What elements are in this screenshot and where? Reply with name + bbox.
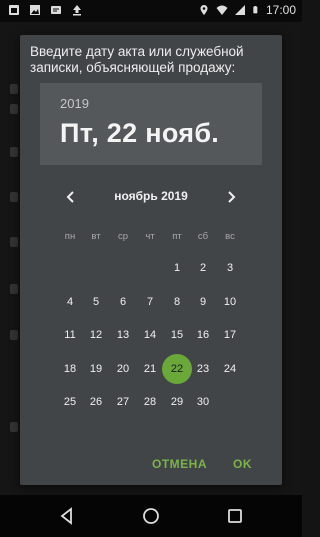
background-text-line xyxy=(10,84,18,94)
status-right: 17:00 xyxy=(198,3,296,17)
month-label: ноябрь 2019 xyxy=(114,189,188,203)
navigation-bar xyxy=(0,495,302,537)
weekday-label: пт xyxy=(172,231,182,242)
calendar-day[interactable]: 21 xyxy=(137,356,163,382)
background-text-line xyxy=(10,192,18,202)
calendar-day[interactable]: 23 xyxy=(190,356,216,382)
header-date[interactable]: Пт, 22 нояб. xyxy=(60,118,219,149)
calendar-day[interactable]: 5 xyxy=(83,289,109,315)
weekday-label: вт xyxy=(91,231,101,242)
background-text-line xyxy=(10,284,18,294)
calendar-day[interactable]: 28 xyxy=(137,389,163,415)
header-year[interactable]: 2019 xyxy=(60,96,89,111)
calendar-day[interactable]: 27 xyxy=(110,389,136,415)
back-icon[interactable] xyxy=(56,505,78,527)
calendar-day[interactable]: 13 xyxy=(110,322,136,348)
background-text-line xyxy=(10,104,18,114)
home-icon[interactable] xyxy=(140,505,162,527)
calendar-day[interactable]: 26 xyxy=(83,389,109,415)
calendar-day[interactable]: 6 xyxy=(110,289,136,315)
status-left-icons xyxy=(8,4,83,16)
status-bar: 17:00 xyxy=(0,0,302,22)
image-icon xyxy=(30,5,40,15)
wifi-icon xyxy=(216,5,228,15)
calendar-day[interactable]: 17 xyxy=(217,322,243,348)
notification-icon xyxy=(9,5,19,15)
calendar-day[interactable]: 29 xyxy=(164,389,190,415)
calendar-day[interactable]: 20 xyxy=(110,356,136,382)
calendar-day[interactable]: 8 xyxy=(164,289,190,315)
calendar-day[interactable]: 11 xyxy=(57,322,83,348)
background-text-line xyxy=(10,237,18,247)
calendar-day[interactable]: 25 xyxy=(57,389,83,415)
calendar-day[interactable]: 1 xyxy=(164,255,190,281)
cancel-button[interactable]: ОТМЕНА xyxy=(152,457,207,471)
calendar-day[interactable]: 4 xyxy=(57,289,83,315)
calendar-day[interactable]: 10 xyxy=(217,289,243,315)
calendar-day[interactable]: 7 xyxy=(137,289,163,315)
upload-icon xyxy=(73,5,81,16)
background-text-line xyxy=(10,330,18,340)
weekday-label: пн xyxy=(64,231,76,242)
calendar-day[interactable]: 30 xyxy=(190,389,216,415)
calendar-day[interactable]: 19 xyxy=(83,356,109,382)
recents-icon[interactable] xyxy=(224,505,246,527)
battery-icon xyxy=(253,6,258,14)
calendar-day[interactable]: 24 xyxy=(217,356,243,382)
calendar-day[interactable]: 16 xyxy=(190,322,216,348)
calendar-day[interactable]: 3 xyxy=(217,255,243,281)
background-text-line xyxy=(10,147,18,157)
ok-button[interactable]: OK xyxy=(233,457,252,471)
status-time: 17:00 xyxy=(265,3,296,17)
calendar-day[interactable]: 18 xyxy=(57,356,83,382)
location-icon xyxy=(200,5,208,15)
weekday-label: сб xyxy=(197,231,209,242)
calendar-day[interactable]: 14 xyxy=(137,322,163,348)
signal-icon xyxy=(234,5,245,15)
dialog-title: Введите дату акта или служебной записки,… xyxy=(30,44,244,75)
calendar-day[interactable]: 15 xyxy=(164,322,190,348)
calendar-day[interactable]: 12 xyxy=(83,322,109,348)
calendar-day-selected[interactable]: 22 xyxy=(162,353,192,384)
month-navigation: ноябрь 2019 xyxy=(20,186,282,208)
selected-date-header: 2019 Пт, 22 нояб. xyxy=(40,83,262,165)
weekday-label: чт xyxy=(145,231,155,242)
weekday-header-row: пн вт ср чт пт сб вс xyxy=(20,231,282,245)
dialog-actions: ОТМЕНА OK xyxy=(20,449,282,485)
date-picker-dialog: Введите дату акта или служебной записки,… xyxy=(20,35,282,485)
message-icon xyxy=(51,6,61,14)
weekday-label: вс xyxy=(225,231,235,242)
background-text-line xyxy=(10,422,18,432)
weekday-label: ср xyxy=(117,231,129,242)
calendar-day[interactable]: 2 xyxy=(190,255,216,281)
chevron-right-icon[interactable] xyxy=(222,188,240,206)
calendar-day[interactable]: 9 xyxy=(190,289,216,315)
